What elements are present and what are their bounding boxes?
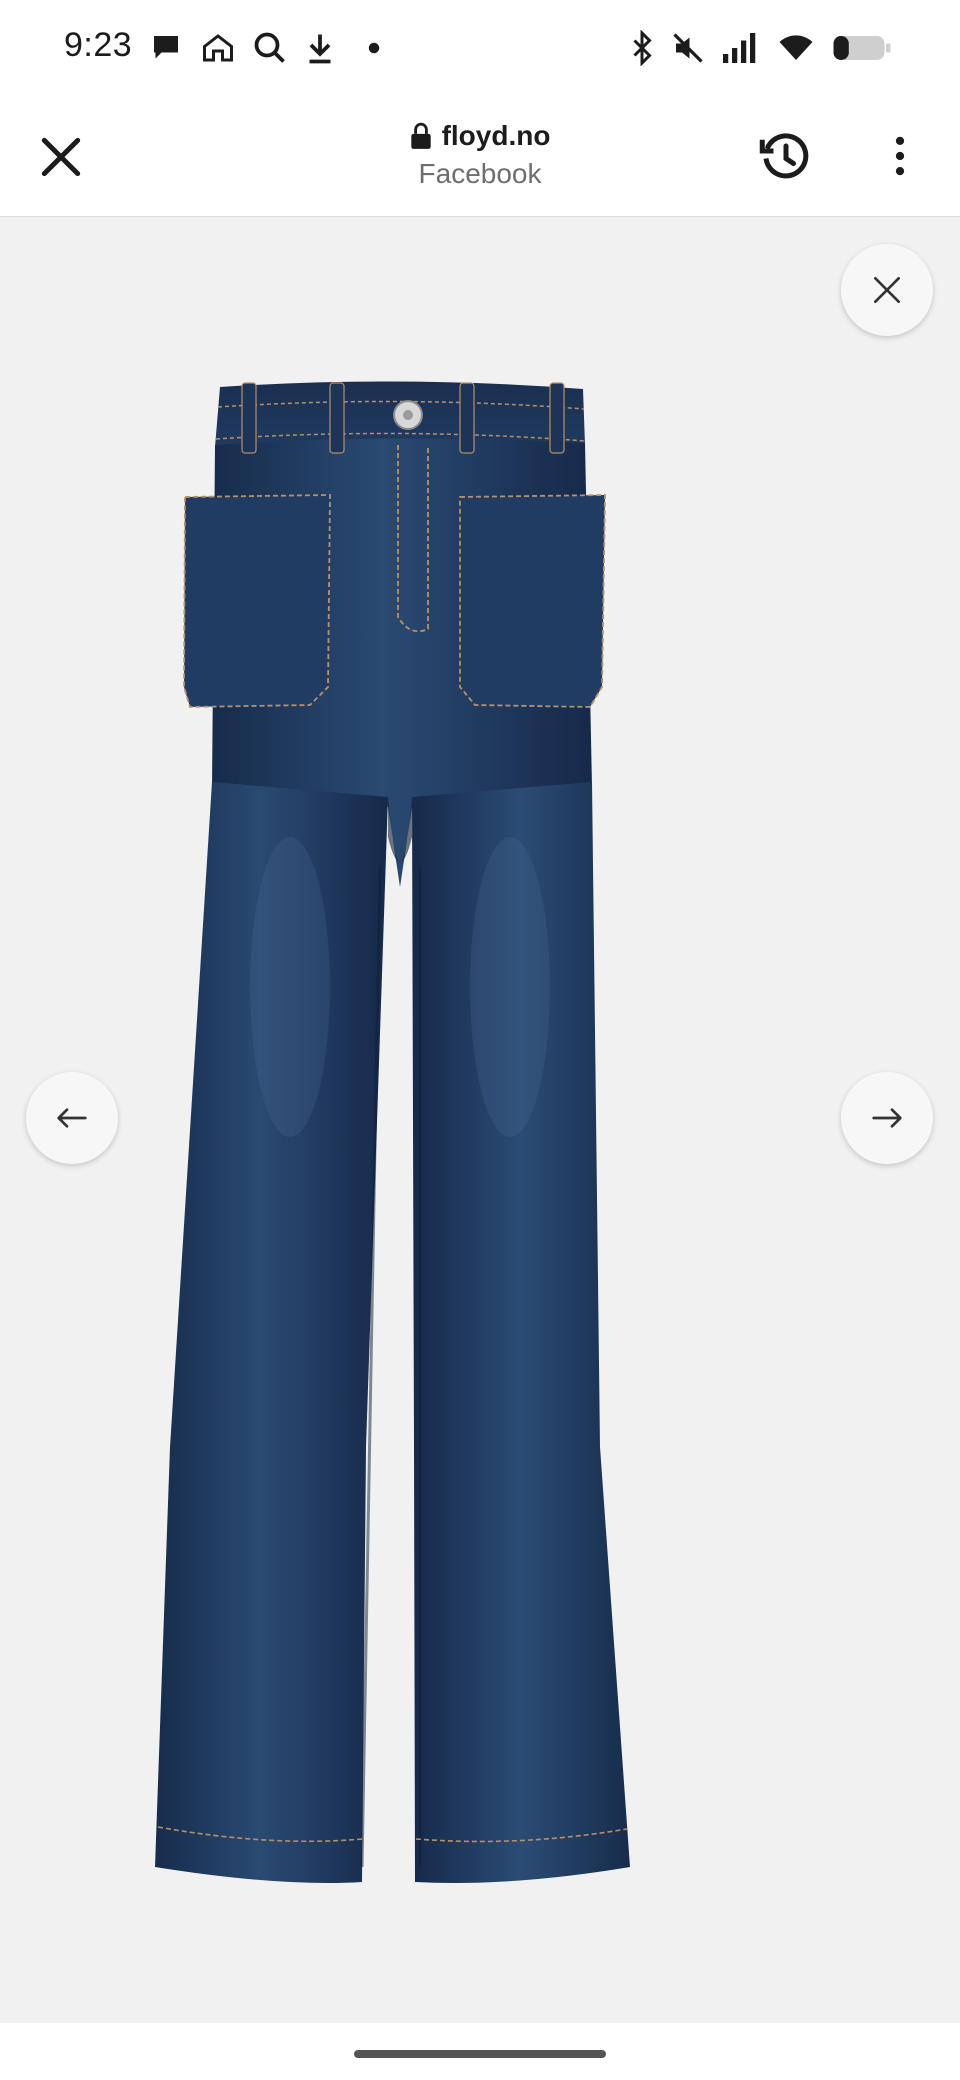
mute-icon (670, 30, 706, 66)
status-time: 9:23 (64, 26, 133, 64)
system-nav-bar (0, 2023, 960, 2080)
arrow-right-icon (872, 1108, 902, 1128)
viewer-close-button[interactable] (841, 244, 933, 336)
wifi-icon (778, 30, 814, 66)
next-image-button[interactable] (841, 1072, 933, 1164)
signal-icon (720, 30, 756, 66)
lock-icon (410, 122, 432, 150)
home-icon (200, 30, 236, 66)
battery-icon (830, 30, 894, 66)
url-source: Facebook (418, 158, 542, 189)
home-gesture-handle[interactable] (354, 2050, 606, 2058)
browser-toolbar: floyd.no Facebook (0, 96, 960, 217)
close-icon (874, 277, 900, 303)
url-domain: floyd.no (441, 120, 551, 151)
download-icon (302, 30, 338, 66)
close-icon[interactable] (36, 132, 86, 182)
search-icon (252, 30, 288, 66)
status-bar: 9:23 (0, 0, 960, 96)
history-icon[interactable] (756, 126, 816, 186)
more-vertical-icon[interactable] (882, 134, 918, 178)
chat-bubble-icon (148, 30, 184, 66)
previous-image-button[interactable] (26, 1072, 118, 1164)
dot-icon (356, 30, 392, 66)
arrow-left-icon (57, 1108, 87, 1128)
url-display[interactable]: floyd.no Facebook (280, 120, 680, 190)
product-image-jeans (130, 367, 690, 1887)
bluetooth-icon (624, 30, 660, 66)
image-viewer (0, 217, 960, 2023)
